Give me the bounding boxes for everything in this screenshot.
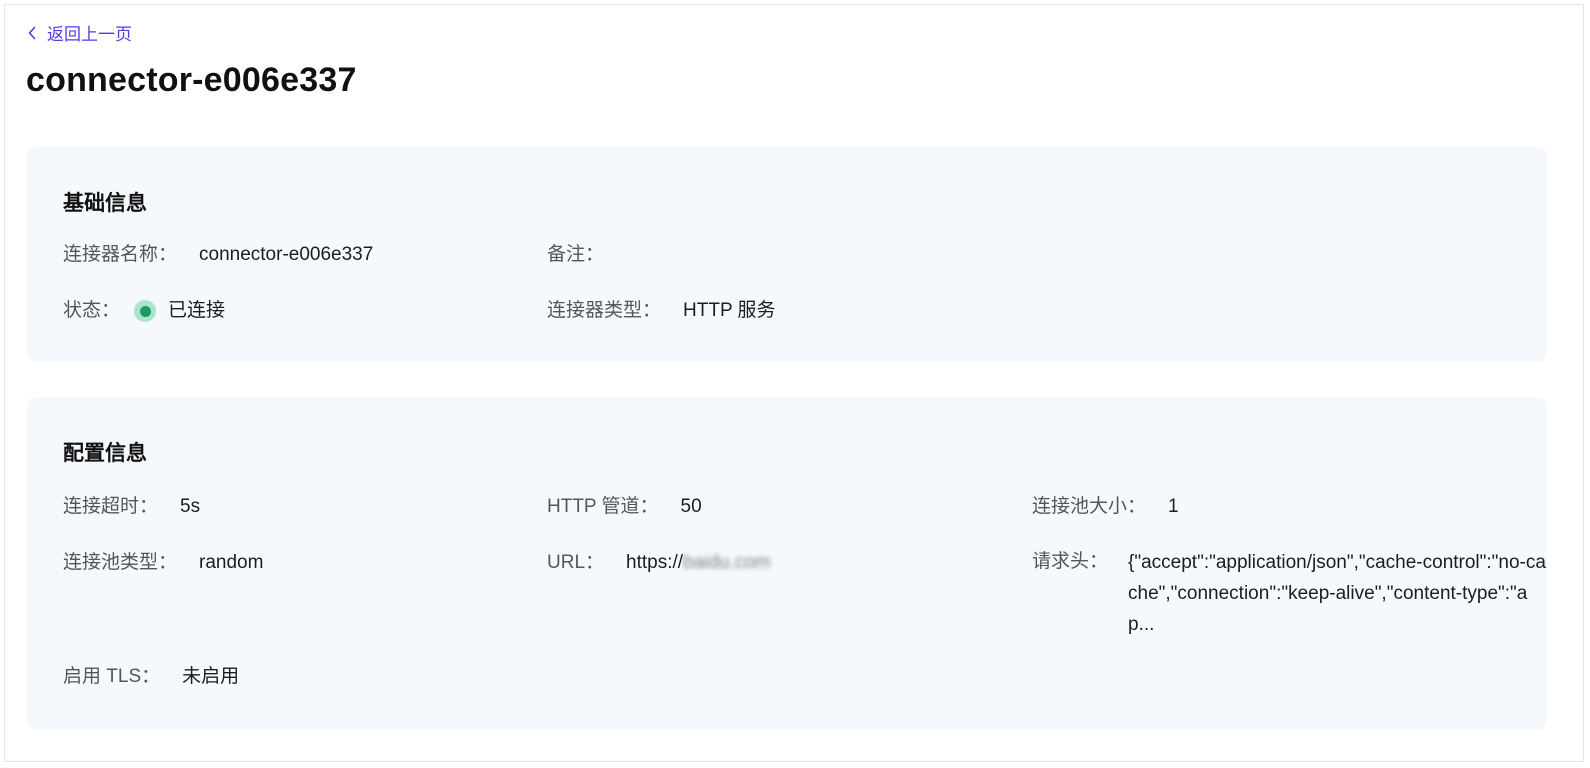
url-field: URL： https://baidu.com xyxy=(547,548,771,578)
pipeline-field: HTTP 管道： 50 xyxy=(547,492,702,522)
pool-size-label: 连接池大小： xyxy=(1032,496,1147,517)
page-title: connector-e006e337 xyxy=(26,61,357,99)
url-label: URL： xyxy=(547,552,605,573)
headers-label: 请求头： xyxy=(1032,551,1109,572)
headers-field: 请求头： {"accept":"application/json","cache… xyxy=(1032,547,1548,640)
basic-info-card: 基础信息 连接器名称： connector-e006e337 备注： 状态： 已… xyxy=(27,147,1547,362)
connector-name-label: 连接器名称： xyxy=(63,244,178,265)
remark-field: 备注： xyxy=(547,240,626,270)
config-info-title: 配置信息 xyxy=(63,442,147,465)
tls-value: 未启用 xyxy=(182,666,240,687)
connector-name-field: 连接器名称： connector-e006e337 xyxy=(63,240,373,270)
pool-type-field: 连接池类型： random xyxy=(63,548,263,578)
pipeline-value: 50 xyxy=(680,496,702,517)
pool-type-value: random xyxy=(199,552,264,573)
connector-name-value: connector-e006e337 xyxy=(199,244,374,265)
chevron-left-icon xyxy=(27,26,37,40)
pool-type-label: 连接池类型： xyxy=(63,552,178,573)
back-link-label: 返回上一页 xyxy=(47,25,132,44)
basic-info-title: 基础信息 xyxy=(63,192,147,215)
status-value: 已连接 xyxy=(168,300,226,321)
timeout-label: 连接超时： xyxy=(63,496,159,517)
tls-label: 启用 TLS： xyxy=(63,666,161,687)
headers-value: {"accept":"application/json","cache-cont… xyxy=(1128,552,1546,635)
connector-type-value: HTTP 服务 xyxy=(683,300,776,321)
pipeline-label: HTTP 管道： xyxy=(547,496,659,517)
pool-size-value: 1 xyxy=(1168,496,1179,517)
timeout-value: 5s xyxy=(180,496,201,517)
status-field: 状态： 已连接 xyxy=(63,296,225,326)
pool-size-field: 连接池大小： 1 xyxy=(1032,492,1179,522)
connector-type-field: 连接器类型： HTTP 服务 xyxy=(547,296,776,326)
status-label: 状态： xyxy=(63,300,121,321)
url-value-visible: https:// xyxy=(626,552,684,573)
status-dot-icon xyxy=(134,300,157,322)
back-link[interactable]: 返回上一页 xyxy=(27,20,132,45)
timeout-field: 连接超时： 5s xyxy=(63,492,200,522)
connector-type-label: 连接器类型： xyxy=(547,300,662,321)
url-value: https://baidu.com xyxy=(626,548,771,578)
tls-field: 启用 TLS： 未启用 xyxy=(63,662,239,692)
remark-label: 备注： xyxy=(547,244,605,265)
config-info-card: 配置信息 连接超时： 5s HTTP 管道： 50 连接池大小： 1 连接池类型… xyxy=(27,397,1547,730)
url-value-blurred: baidu.com xyxy=(683,552,771,573)
page-frame: 返回上一页 connector-e006e337 基础信息 连接器名称： con… xyxy=(4,4,1584,762)
